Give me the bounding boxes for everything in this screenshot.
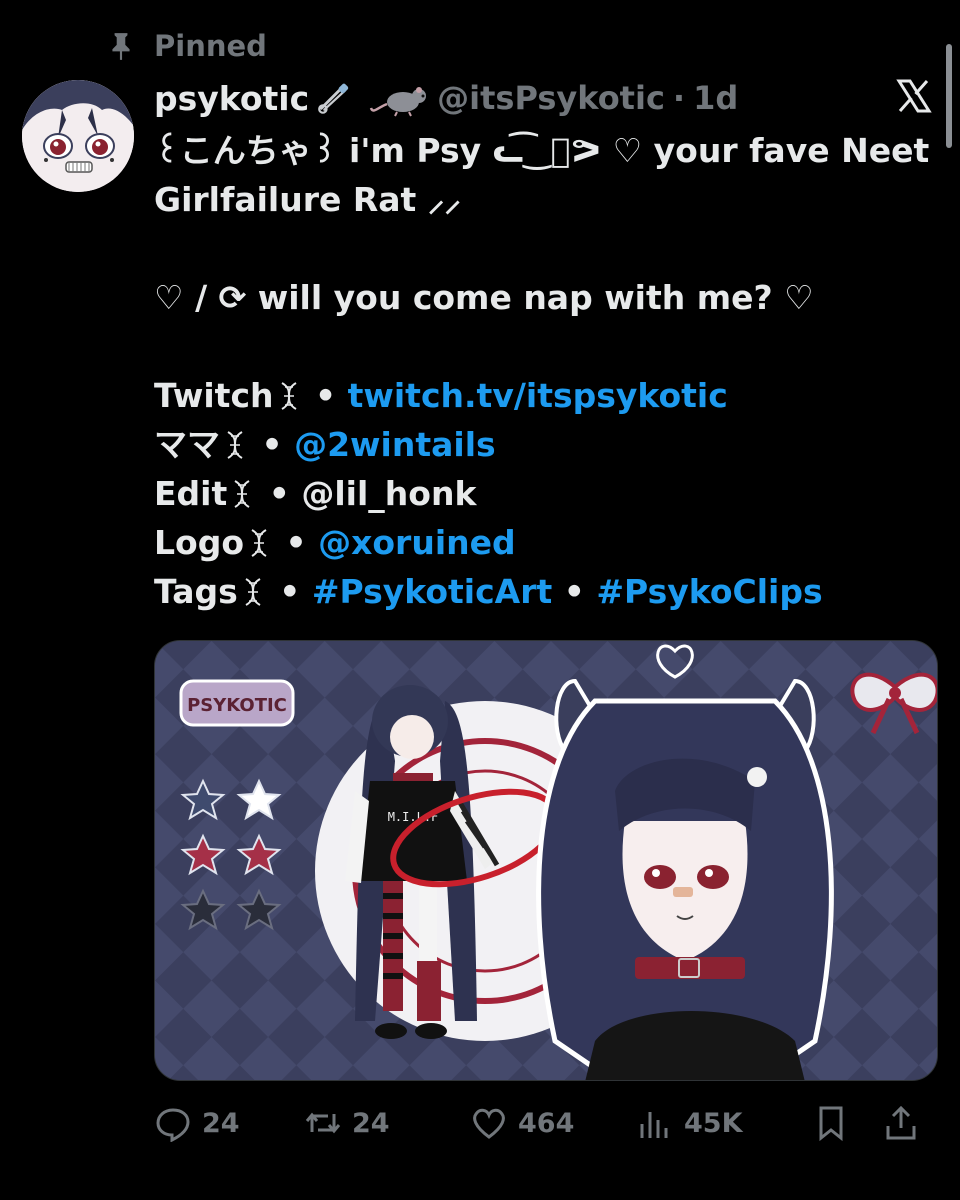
- views-icon: [640, 1112, 668, 1138]
- edit-credit-text: @lil_honk: [301, 474, 477, 513]
- character-portrait: [536, 644, 834, 1080]
- link-label: Logo: [154, 523, 244, 562]
- reply-icon: [156, 1108, 190, 1142]
- share-button[interactable]: [882, 1104, 932, 1142]
- logo-mention-link[interactable]: @xoruined: [318, 523, 516, 562]
- tweet-header: psykotic @itsPsykotic · 1d: [154, 70, 934, 126]
- heart-icon: [473, 1108, 505, 1139]
- bio-line-1: ꒰こんちゃ꒱ i'm Psy ᓚ͡‿ͦᕗ ♡ your fave Neet: [154, 131, 930, 170]
- action-bar: 24 24 464 45K: [154, 1098, 936, 1148]
- link-row-logo: Logo • @xoruined: [154, 518, 934, 567]
- author-name[interactable]: psykotic: [154, 79, 309, 118]
- link-sep: •: [285, 523, 307, 562]
- character-artwork: PSYKOTIC M.I.L.F: [155, 641, 937, 1080]
- link-label: Twitch: [154, 376, 274, 415]
- like-button[interactable]: 464: [470, 1104, 636, 1142]
- like-count: 464: [518, 1107, 575, 1139]
- psykotic-logo: PSYKOTIC: [179, 679, 295, 727]
- safety-pin-icon: [318, 83, 349, 114]
- link-sep: •: [315, 376, 337, 415]
- avatar[interactable]: [22, 80, 134, 192]
- pinned-label: Pinned: [154, 29, 267, 63]
- bookmark-icon: [819, 1106, 843, 1142]
- link-label: Edit: [154, 474, 228, 513]
- repost-button[interactable]: 24: [304, 1104, 470, 1142]
- author-handle[interactable]: @itsPsykotic: [437, 79, 665, 117]
- reply-count: 24: [202, 1107, 240, 1139]
- hashtag-link[interactable]: #PsykoClips: [596, 572, 822, 611]
- dna-icon: [227, 431, 243, 459]
- pinned-indicator: Pinned: [108, 26, 267, 66]
- link-sep: •: [261, 425, 283, 464]
- pin-icon: [112, 33, 130, 60]
- dna-icon: [245, 578, 261, 606]
- scrollbar[interactable]: [946, 44, 952, 148]
- link-sep: •: [268, 474, 290, 513]
- view-count: 45K: [684, 1107, 743, 1139]
- reply-button[interactable]: 24: [154, 1104, 304, 1142]
- separator-dot: ·: [672, 79, 686, 117]
- dna-icon: [251, 529, 267, 557]
- post-time[interactable]: 1d: [693, 79, 738, 117]
- dna-icon: [280, 382, 297, 410]
- link-sep: •: [563, 572, 585, 611]
- twitch-link[interactable]: twitch.tv/itspsykotic: [348, 376, 728, 415]
- link-label: Tags: [154, 572, 238, 611]
- views-button[interactable]: 45K: [636, 1104, 812, 1142]
- rat-icon: [369, 87, 427, 117]
- link-row-edit: Edit • @lil_honk: [154, 469, 934, 518]
- link-row-mama: ママ • @2wintails: [154, 420, 934, 469]
- link-sep: •: [279, 572, 301, 611]
- bio-line-2: Girlfailure Rat ⸝⸝: [154, 180, 461, 219]
- repost-count: 24: [352, 1107, 390, 1139]
- tweet[interactable]: psykotic @itsPsykotic · 1d ꒰こんちゃ꒱ i'm Ps…: [154, 70, 934, 616]
- repost-icon: [305, 1112, 341, 1134]
- link-row-tags: Tags • #PsykoticArt • #PsykoClips: [154, 567, 934, 616]
- bookmark-button[interactable]: [812, 1104, 882, 1142]
- svg-text:PSYKOTIC: PSYKOTIC: [187, 695, 287, 716]
- link-row-twitch: Twitch • twitch.tv/itspsykotic: [154, 371, 934, 420]
- link-label: ママ: [154, 425, 220, 464]
- share-icon: [886, 1105, 916, 1140]
- tweet-media-image[interactable]: PSYKOTIC M.I.L.F: [154, 640, 938, 1081]
- dna-icon: [234, 480, 250, 508]
- hashtag-link[interactable]: #PsykoticArt: [312, 572, 552, 611]
- bio-line-3: ♡ / ⟳ will you come nap with me? ♡: [154, 278, 814, 317]
- mama-mention-link[interactable]: @2wintails: [294, 425, 496, 464]
